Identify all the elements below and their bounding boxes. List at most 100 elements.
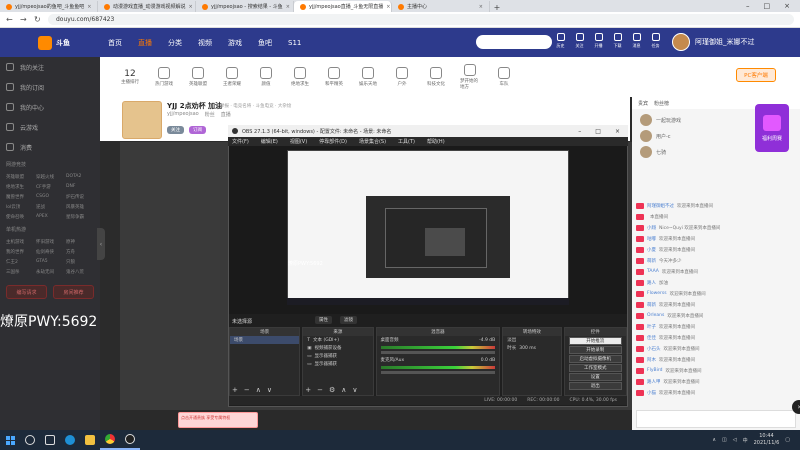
sidebar-link[interactable]: 使命召唤 <box>6 214 34 220</box>
nav-video[interactable]: 视频 <box>198 38 212 48</box>
browser-tab[interactable]: 动漫游戏直播_动漫游戏视频解说 × <box>98 1 196 12</box>
close-icon[interactable]: × <box>386 4 390 10</box>
down-icon[interactable]: ∨ <box>267 386 272 394</box>
sidebar-link[interactable]: 英雄联盟 <box>6 174 34 180</box>
gear-icon[interactable]: ⚙ <box>329 386 335 394</box>
site-logo[interactable]: 斗鱼 <box>0 28 100 57</box>
rank-row[interactable]: 用户-c <box>640 128 725 144</box>
scene-item[interactable]: 场景 <box>230 336 300 344</box>
browser-tab-active[interactable]: yjj/mpeojsao直播_斗鱼无限直播 × <box>294 1 392 12</box>
chrome-icon[interactable] <box>100 430 120 450</box>
sidebar-link[interactable]: 原神 <box>66 239 94 245</box>
user-area[interactable]: 阿瑾御姐_米娜不过 <box>672 31 800 53</box>
volume-slider[interactable] <box>380 371 496 374</box>
studio-mode-button[interactable]: 工作室模式 <box>568 364 622 372</box>
notification-icon[interactable]: ▢ <box>785 437 790 443</box>
category-item[interactable]: 车队 <box>494 67 514 87</box>
sidebar-item[interactable]: 我的订阅 <box>0 77 100 97</box>
category-item[interactable]: 热门游戏 <box>154 67 174 87</box>
sidebar-link[interactable]: 仁王2 <box>6 259 34 265</box>
browser-tab[interactable]: yjj/mpeojsao的鱼吧_斗鱼鱼吧 × <box>0 1 98 12</box>
category-item[interactable]: 科技文化 <box>426 67 446 87</box>
sidebar-link[interactable]: 我的世界 <box>6 249 34 255</box>
filters-button[interactable]: 滤镜 <box>340 316 357 324</box>
sidebar-link[interactable]: CF手游 <box>36 184 64 190</box>
sidebar-item[interactable]: 云游戏 <box>0 117 100 137</box>
category-item[interactable]: 王者荣耀 <box>222 67 242 87</box>
sidebar-link[interactable]: APEX <box>36 214 64 220</box>
category-item[interactable]: 颜值 <box>256 67 276 87</box>
category-item[interactable]: 梦开始的地方 <box>460 64 480 90</box>
sidebar-link[interactable]: 怀旧游戏 <box>36 239 64 245</box>
sidebar-button[interactable]: 房间推荐 <box>53 285 94 299</box>
sidebar-link[interactable]: 炉石传说 <box>66 194 94 200</box>
broadcast-icon[interactable]: 开播 <box>593 33 604 51</box>
rank-row[interactable]: 一起玩游戏 <box>640 112 725 128</box>
new-tab-button[interactable]: + <box>490 3 504 12</box>
source-item[interactable]: ▭ 显示器捕获 <box>303 360 372 368</box>
up-icon[interactable]: ∧ <box>341 386 346 394</box>
maximize-icon[interactable]: □ <box>595 128 601 135</box>
network-icon[interactable]: ◫ <box>722 437 727 443</box>
chevron-up-icon[interactable]: ∧ <box>712 437 716 443</box>
sidebar-link[interactable]: GTA5 <box>36 259 64 265</box>
sidebar-link[interactable]: 魔兽世界 <box>6 194 34 200</box>
sidebar-item[interactable]: 我的中心 <box>0 97 100 117</box>
duration-field[interactable]: 时长 300 ms <box>503 344 560 352</box>
sidebar-link[interactable]: 鬼谷八荒 <box>66 269 94 275</box>
browser-tab[interactable]: yjj/mpeojsao - 搜索结果 - 斗鱼 × <box>196 1 294 12</box>
start-streaming-button[interactable]: 开始推流 <box>568 337 622 345</box>
forward-icon[interactable]: → <box>20 15 28 24</box>
remove-icon[interactable]: − <box>244 386 250 394</box>
streamer-avatar[interactable] <box>122 101 162 139</box>
back-icon[interactable]: ← <box>6 15 14 24</box>
event-badge[interactable]: 福利周赛 <box>755 104 789 152</box>
category-rank[interactable]: 12 主播排行 <box>120 69 140 85</box>
sidebar-link[interactable]: 主机游戏 <box>6 239 34 245</box>
ime-indicator[interactable]: 中 <box>743 437 748 444</box>
maximize-icon[interactable]: □ <box>764 2 771 10</box>
source-item[interactable]: ▣ 视频捕获设备 <box>303 344 372 352</box>
category-item[interactable]: 绝地求生 <box>290 67 310 87</box>
nav-home[interactable]: 首页 <box>108 38 122 48</box>
obs-icon[interactable] <box>120 430 140 450</box>
sidebar-link[interactable]: DNF <box>66 184 94 190</box>
start-recording-button[interactable]: 开始录制 <box>568 346 622 354</box>
sidebar-item[interactable]: 消费 <box>0 137 100 157</box>
exit-button[interactable]: 退出 <box>568 382 622 390</box>
promo-banner[interactable]: 点击开通贵族 享受专属特权 <box>178 412 258 428</box>
history-icon[interactable]: 历史 <box>555 33 566 51</box>
properties-button[interactable]: 属性 <box>315 316 332 324</box>
source-item[interactable]: ▭ 显示器捕获 <box>303 352 372 360</box>
sidebar-link[interactable]: 仙剑奇侠 <box>36 249 64 255</box>
minimize-icon[interactable]: – <box>578 128 581 135</box>
sidebar-collapse-button[interactable]: ‹ <box>97 228 105 260</box>
sidebar-item[interactable]: 我的关注 <box>0 57 100 77</box>
sidebar-link[interactable]: 方舟 <box>66 249 94 255</box>
down-icon[interactable]: ∨ <box>352 386 357 394</box>
close-window-icon[interactable]: × <box>784 2 790 10</box>
follow-button[interactable]: 关注 <box>167 126 184 134</box>
sidebar-link[interactable]: CSGO <box>36 194 64 200</box>
start-button[interactable] <box>0 430 20 450</box>
add-icon[interactable]: + <box>232 386 238 394</box>
up-icon[interactable]: ∧ <box>256 386 261 394</box>
rank-row[interactable]: 七骑 <box>640 144 725 160</box>
add-icon[interactable]: + <box>305 386 311 394</box>
menu-scene-collection[interactable]: 场景集合(S) <box>359 138 386 145</box>
close-icon[interactable]: × <box>189 4 193 10</box>
menu-view[interactable]: 视图(V) <box>290 138 307 145</box>
sidebar-button[interactable]: 编写请求 <box>6 285 47 299</box>
source-item[interactable]: T 文本 (GDI+) <box>303 336 372 344</box>
category-item[interactable]: 户外 <box>392 67 412 87</box>
pc-client-button[interactable]: PC客户端 <box>736 68 776 82</box>
menu-file[interactable]: 文件(F) <box>232 138 249 145</box>
browser-tab[interactable]: 主播中心 × <box>392 1 490 12</box>
message-icon[interactable]: 消息 <box>631 33 642 51</box>
scroll-down-button[interactable]: › <box>792 400 800 414</box>
edge-icon[interactable] <box>60 430 80 450</box>
sidebar-link[interactable]: 绝地求生 <box>6 184 34 190</box>
remove-icon[interactable]: − <box>317 386 323 394</box>
volume-icon[interactable]: ◁ <box>733 437 737 443</box>
menu-edit[interactable]: 编辑(E) <box>261 138 278 145</box>
